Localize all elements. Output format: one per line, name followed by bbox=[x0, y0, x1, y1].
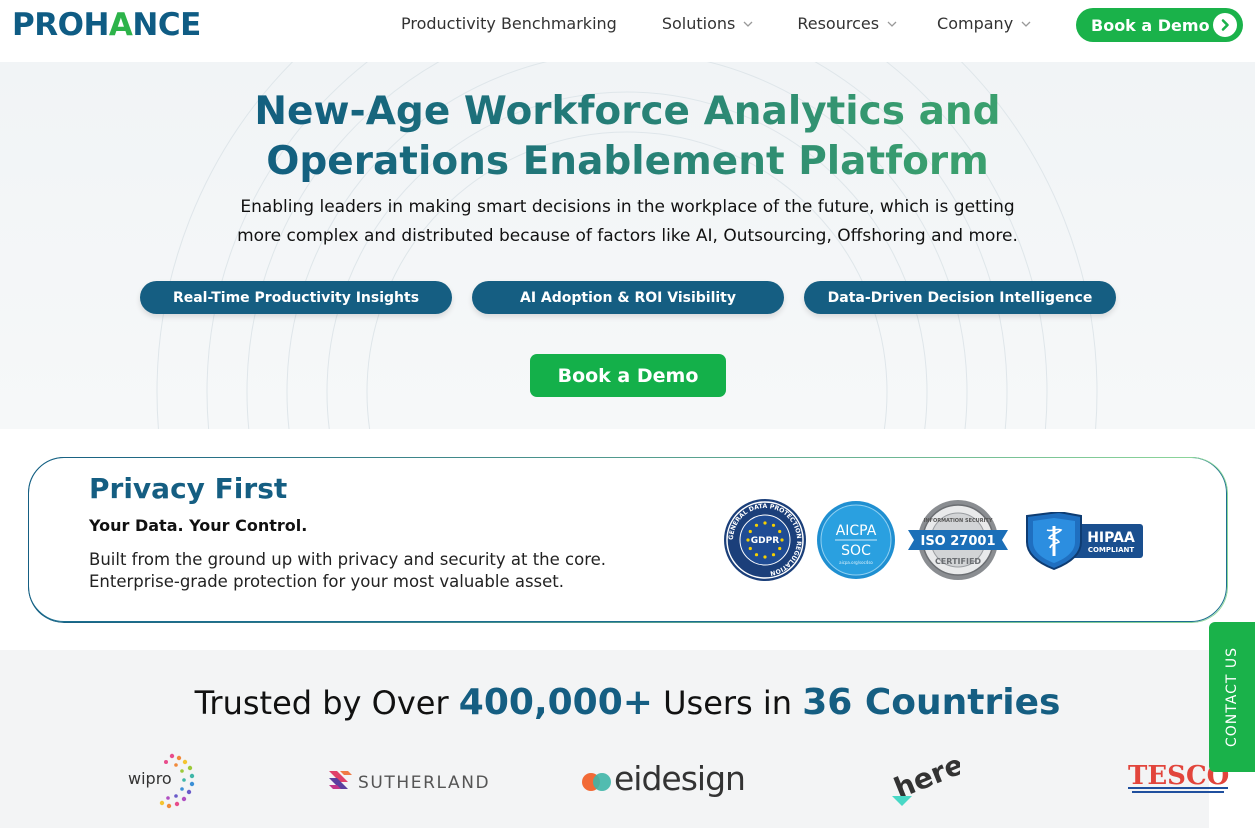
aicpa-line-1: AICPA bbox=[836, 523, 877, 539]
chevron-down-icon bbox=[887, 21, 897, 27]
logo-text-pre: PROH bbox=[12, 7, 109, 43]
nav-item-label: Resources bbox=[797, 14, 880, 33]
pill-data-driven: Data-Driven Decision Intelligence bbox=[804, 281, 1116, 314]
arrow-right-circle-icon bbox=[1213, 13, 1237, 37]
chevron-down-icon bbox=[1021, 21, 1031, 27]
contact-us-tab[interactable]: CONTACT US bbox=[1209, 622, 1255, 772]
wipro-logo: wipro bbox=[128, 753, 195, 809]
hero-subtitle-line-2: more complex and distributed because of … bbox=[237, 226, 1018, 246]
certification-badges: GENERAL DATA PROTECTION REGULATION GDPR … bbox=[723, 498, 1153, 582]
gdpr-badge-icon: GENERAL DATA PROTECTION REGULATION GDPR bbox=[724, 499, 806, 581]
gdpr-center-text: GDPR bbox=[751, 536, 779, 546]
feature-pills: Real-Time Productivity Insights AI Adopt… bbox=[140, 281, 1120, 314]
client-logos: wipro SUTHERLAND eidesign here TESCO bbox=[0, 746, 1255, 826]
nav-book-demo-button[interactable]: Book a Demo bbox=[1076, 8, 1243, 42]
hero-subtitle-line-1: Enabling leaders in making smart decisio… bbox=[240, 197, 1015, 217]
hero-title-line-2: Operations Enablement Platform bbox=[266, 139, 989, 184]
privacy-subtitle: Your Data. Your Control. bbox=[89, 516, 308, 535]
here-logo: here bbox=[889, 750, 960, 806]
privacy-body-line-2: Enterprise-grade protection for your mos… bbox=[89, 572, 565, 591]
iso-bottom-text: CERTIFIED bbox=[935, 557, 981, 566]
wipro-logo-text: wipro bbox=[128, 769, 172, 788]
prohance-logo[interactable]: PROHANCE bbox=[12, 8, 201, 42]
nav-item-label: Company bbox=[937, 14, 1014, 33]
trusted-middle: Users in bbox=[652, 684, 803, 722]
hipaa-badge-icon: HIPAA COMPLIANT bbox=[1026, 512, 1143, 570]
nav-item-solutions[interactable]: Solutions bbox=[662, 14, 754, 33]
hipaa-line-2: COMPLIANT bbox=[1088, 546, 1135, 554]
privacy-body-line-1: Built from the ground up with privacy an… bbox=[89, 550, 607, 569]
trusted-prefix: Trusted by Over bbox=[194, 684, 459, 722]
iso-top-text: INFORMATION SECURITY bbox=[924, 518, 993, 524]
hero-title-line-1: New-Age Workforce Analytics and bbox=[254, 89, 1001, 134]
iso-27001-badge-icon: INFORMATION SECURITY ISO 27001 CERTIFIED bbox=[908, 500, 1008, 580]
trusted-countries-count: 36 Countries bbox=[802, 682, 1061, 723]
trusted-users-count: 400,000+ bbox=[458, 682, 653, 723]
nav-links: Productivity Benchmarking Solutions Reso… bbox=[401, 14, 1031, 33]
nav-item-resources[interactable]: Resources bbox=[797, 14, 897, 33]
hero-book-demo-button[interactable]: Book a Demo bbox=[530, 354, 726, 397]
hero-subtitle: Enabling leaders in making smart decisio… bbox=[0, 193, 1255, 251]
sutherland-logo-text: SUTHERLAND bbox=[358, 773, 490, 793]
nav-item-productivity-benchmarking[interactable]: Productivity Benchmarking bbox=[401, 14, 617, 33]
privacy-body: Built from the ground up with privacy an… bbox=[89, 549, 606, 593]
eidesign-logo-text: eidesign bbox=[614, 759, 745, 798]
eidesign-logo: eidesign bbox=[582, 759, 746, 798]
nav-book-demo-label: Book a Demo bbox=[1091, 15, 1210, 35]
nav-item-company[interactable]: Company bbox=[937, 14, 1031, 33]
contact-us-label: CONTACT US bbox=[1224, 647, 1240, 747]
hero-title: New-Age Workforce Analytics and Operatio… bbox=[0, 87, 1255, 187]
privacy-card: Privacy First Your Data. Your Control. B… bbox=[28, 457, 1227, 622]
logo-text-accent: A bbox=[108, 7, 133, 43]
logo-text-post: NCE bbox=[132, 7, 201, 43]
aicpa-soc-badge-icon: AICPA SOC aicpa.org/soc4so bbox=[817, 501, 895, 579]
aicpa-small-text: aicpa.org/soc4so bbox=[839, 560, 873, 565]
top-nav: PROHANCE Productivity Benchmarking Solut… bbox=[0, 0, 1255, 52]
privacy-title: Privacy First bbox=[89, 472, 288, 505]
pill-ai-adoption: AI Adoption & ROI Visibility bbox=[472, 281, 784, 314]
sutherland-logo: SUTHERLAND bbox=[329, 771, 490, 793]
hipaa-line-1: HIPAA bbox=[1087, 530, 1135, 546]
pill-real-time-productivity: Real-Time Productivity Insights bbox=[140, 281, 452, 314]
nav-item-label: Productivity Benchmarking bbox=[401, 14, 617, 33]
iso-label: ISO 27001 bbox=[920, 534, 995, 549]
trusted-title: Trusted by Over 400,000+ Users in 36 Cou… bbox=[0, 682, 1255, 723]
aicpa-line-2: SOC bbox=[841, 543, 871, 559]
hero-section: New-Age Workforce Analytics and Operatio… bbox=[0, 62, 1255, 429]
chevron-down-icon bbox=[743, 21, 753, 27]
nav-item-label: Solutions bbox=[661, 14, 736, 33]
trusted-section: Trusted by Over 400,000+ Users in 36 Cou… bbox=[0, 650, 1229, 828]
